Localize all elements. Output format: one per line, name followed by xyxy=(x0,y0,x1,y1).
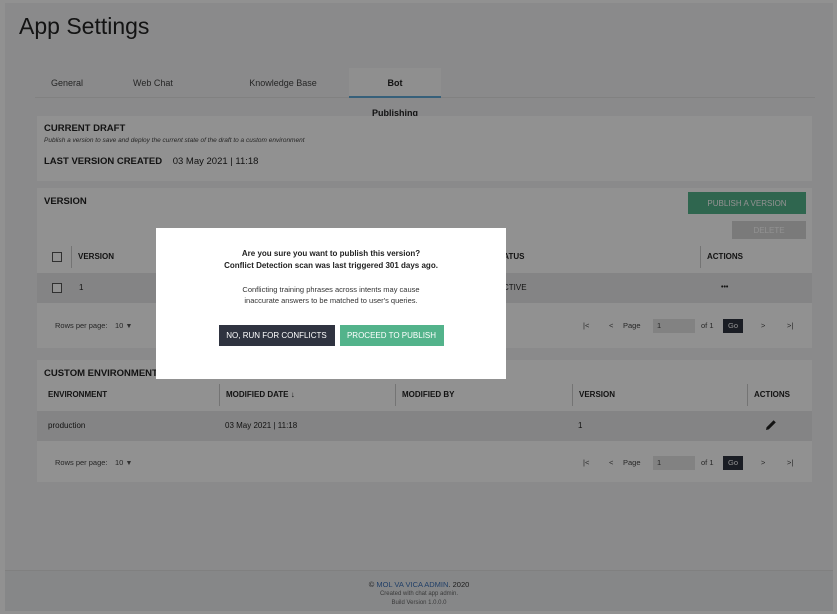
dialog-scan-line: Conflict Detection scan was last trigger… xyxy=(224,261,438,270)
publish-confirm-dialog: Are you sure you want to publish this ve… xyxy=(156,228,506,379)
dialog-message: Conflicting training phrases across inte… xyxy=(156,284,506,306)
dialog-actions: NO, RUN FOR CONFLICTS PROCEED TO PUBLISH xyxy=(156,325,506,346)
dialog-question: Are you sure you want to publish this ve… xyxy=(156,248,506,272)
dialog-message-line-2: inaccurate answers to be matched to user… xyxy=(244,296,418,305)
dialog-question-line: Are you sure you want to publish this ve… xyxy=(241,249,421,258)
run-for-conflicts-button[interactable]: NO, RUN FOR CONFLICTS xyxy=(218,325,335,346)
dialog-message-line-1: Conflicting training phrases across inte… xyxy=(242,285,420,294)
proceed-to-publish-button[interactable]: PROCEED TO PUBLISH xyxy=(339,325,444,346)
